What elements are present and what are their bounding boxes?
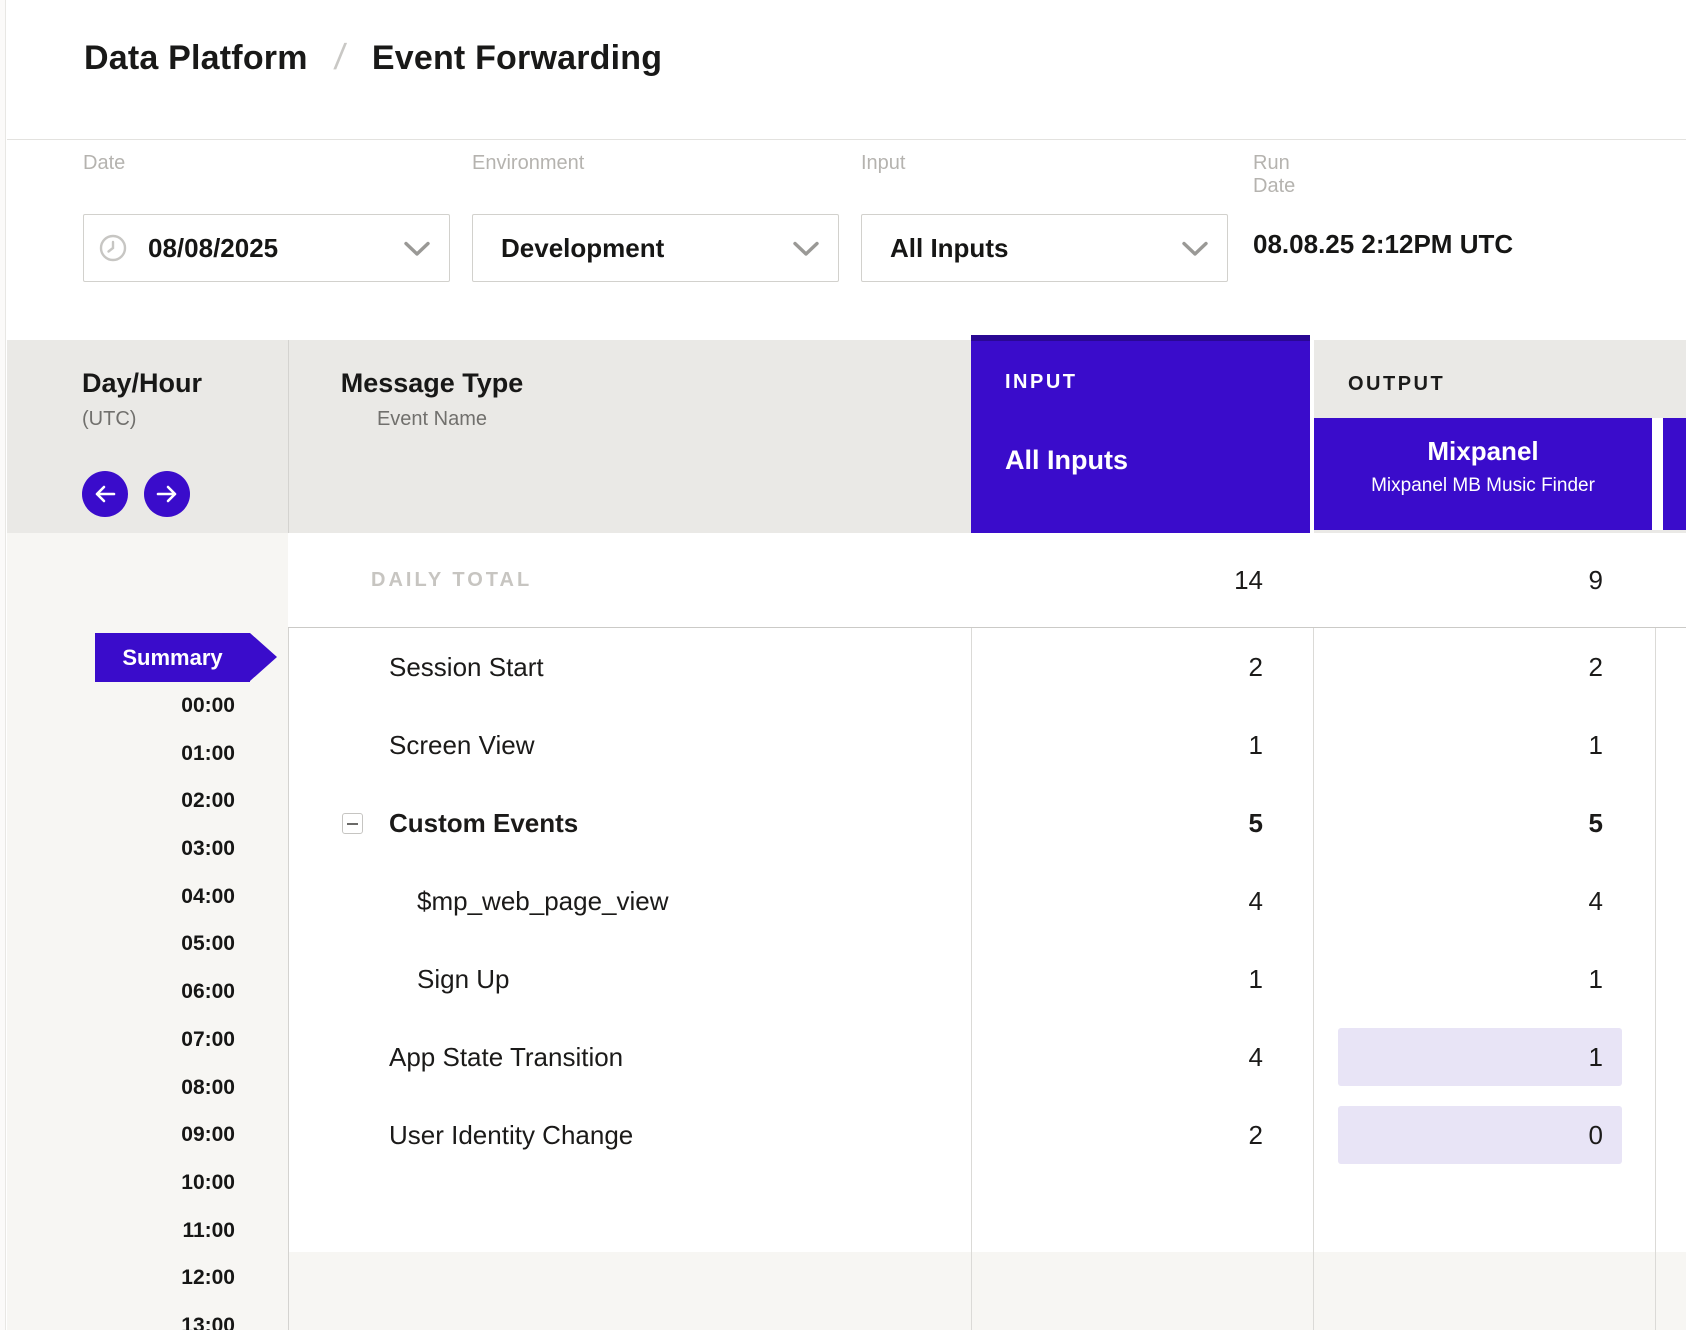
chevron-down-icon (403, 241, 431, 257)
day-hour-header: Day/Hour (UTC) (82, 368, 202, 431)
input-count: 4 (1249, 862, 1263, 940)
output-count: 4 (1589, 862, 1603, 940)
event-label: Session Start (389, 628, 544, 706)
output-count: 2 (1589, 628, 1603, 706)
input-count: 2 (1249, 1096, 1263, 1174)
date-filter-label: Date (83, 152, 125, 175)
summary-tag[interactable]: Summary (95, 633, 250, 682)
hour-item[interactable]: 09:00 (7, 1111, 235, 1159)
input-value: All Inputs (890, 233, 1008, 264)
hour-item[interactable]: 02:00 (7, 777, 235, 825)
table-row: App State Transition 4 1 (288, 1018, 1686, 1096)
environment-dropdown[interactable]: Development (472, 214, 839, 282)
hour-item[interactable]: 05:00 (7, 921, 235, 969)
event-label: Sign Up (417, 940, 510, 1018)
output-count: 5 (1589, 784, 1603, 862)
input-count: 2 (1249, 628, 1263, 706)
table-row: Screen View 1 1 (288, 706, 1686, 784)
event-label: Custom Events (389, 784, 578, 862)
daily-total-row: DAILY TOTAL 14 9 (288, 533, 1686, 628)
day-navigation (82, 471, 190, 517)
filter-bar: Date 08/08/2025 Environment Development (7, 141, 1686, 340)
hour-item[interactable]: 10:00 (7, 1159, 235, 1207)
next-day-button[interactable] (144, 471, 190, 517)
hour-item[interactable]: 07:00 (7, 1016, 235, 1064)
summary-row-marker: Summary (7, 633, 235, 682)
hour-item[interactable]: 03:00 (7, 825, 235, 873)
input-column-header[interactable]: INPUT All Inputs (971, 335, 1310, 533)
highlighted-cell (1338, 1028, 1622, 1086)
date-value: 08/08/2025 (148, 233, 278, 264)
input-dropdown[interactable]: All Inputs (861, 214, 1228, 282)
input-count: 4 (1249, 1018, 1263, 1096)
breadcrumb: Data Platform / Event Forwarding (84, 36, 662, 78)
hours-sidebar: Summary 00:00 01:00 02:00 03:00 04:00 05… (7, 633, 235, 1330)
hour-item[interactable]: 11:00 (7, 1207, 235, 1255)
empty-rows-area (288, 1252, 1686, 1330)
hour-item[interactable]: 13:00 (7, 1302, 235, 1330)
output-count: 1 (1589, 706, 1603, 784)
breadcrumb-separator: / (332, 36, 348, 78)
output-column-header-mixpanel[interactable]: Mixpanel Mixpanel MB Music Finder (1314, 418, 1652, 530)
chevron-down-icon (792, 241, 820, 257)
daily-total-input-value: 14 (1234, 533, 1263, 627)
breadcrumb-section[interactable]: Data Platform (84, 39, 308, 78)
output-count: 1 (1589, 1018, 1603, 1096)
event-label: App State Transition (389, 1018, 623, 1096)
output-column-subtitle: Mixpanel MB Music Finder (1314, 475, 1652, 497)
input-column-name: All Inputs (1005, 445, 1128, 476)
hour-item[interactable]: 08:00 (7, 1064, 235, 1112)
output-count: 0 (1589, 1096, 1603, 1174)
output-count: 1 (1589, 940, 1603, 1018)
hour-item[interactable]: 12:00 (7, 1255, 235, 1303)
message-type-header: Message Type Event Name (321, 368, 543, 431)
daily-total-label: DAILY TOTAL (371, 533, 532, 628)
event-name-subtitle: Event Name (321, 408, 543, 431)
event-label: Screen View (389, 706, 535, 784)
daily-total-output-value: 9 (1589, 533, 1603, 627)
table-row: Sign Up 1 1 (288, 940, 1686, 1018)
highlighted-cell (1338, 1106, 1622, 1164)
hour-item[interactable]: 00:00 (7, 682, 235, 730)
input-count: 1 (1249, 940, 1263, 1018)
table-row: $mp_web_page_view 4 4 (288, 862, 1686, 940)
run-date-label: Run Date (1253, 152, 1295, 198)
date-dropdown[interactable]: 08/08/2025 (83, 214, 450, 282)
input-section-label: INPUT (1005, 371, 1078, 394)
collapse-icon[interactable] (342, 813, 363, 834)
hour-item[interactable]: 01:00 (7, 730, 235, 778)
arrow-right-icon (155, 484, 179, 504)
table-row: User Identity Change 2 0 (288, 1096, 1686, 1174)
header-divider (1652, 418, 1663, 530)
input-filter-label: Input (861, 152, 905, 175)
hour-item[interactable]: 06:00 (7, 968, 235, 1016)
clock-icon (98, 233, 128, 263)
environment-filter-label: Environment (472, 152, 584, 175)
environment-value: Development (501, 233, 664, 264)
table-row-custom-events: Custom Events 5 5 (288, 784, 1686, 862)
event-label: $mp_web_page_view (417, 862, 669, 940)
output-column-name: Mixpanel (1314, 436, 1652, 467)
run-date-value: 08.08.25 2:12PM UTC (1253, 229, 1513, 260)
output-section-label: OUTPUT (1348, 373, 1445, 396)
top-bar: Data Platform / Event Forwarding (7, 0, 1686, 140)
page-title: Event Forwarding (372, 39, 662, 78)
arrow-left-icon (93, 484, 117, 504)
input-count: 5 (1249, 784, 1263, 862)
day-hour-title: Day/Hour (82, 368, 202, 399)
event-forwarding-page: Data Platform / Event Forwarding Date 08… (0, 0, 1686, 1330)
table-header: Day/Hour (UTC) Message Type Event Name I… (7, 340, 1686, 533)
hour-item[interactable]: 04:00 (7, 873, 235, 921)
day-hour-subtitle: (UTC) (82, 408, 202, 431)
message-type-title: Message Type (321, 368, 543, 399)
chevron-down-icon (1181, 241, 1209, 257)
previous-day-button[interactable] (82, 471, 128, 517)
left-edge-panel (0, 0, 6, 1330)
table-row: Session Start 2 2 (288, 628, 1686, 706)
input-count: 1 (1249, 706, 1263, 784)
event-label: User Identity Change (389, 1096, 633, 1174)
output-column-header-truncated[interactable] (1663, 418, 1686, 530)
